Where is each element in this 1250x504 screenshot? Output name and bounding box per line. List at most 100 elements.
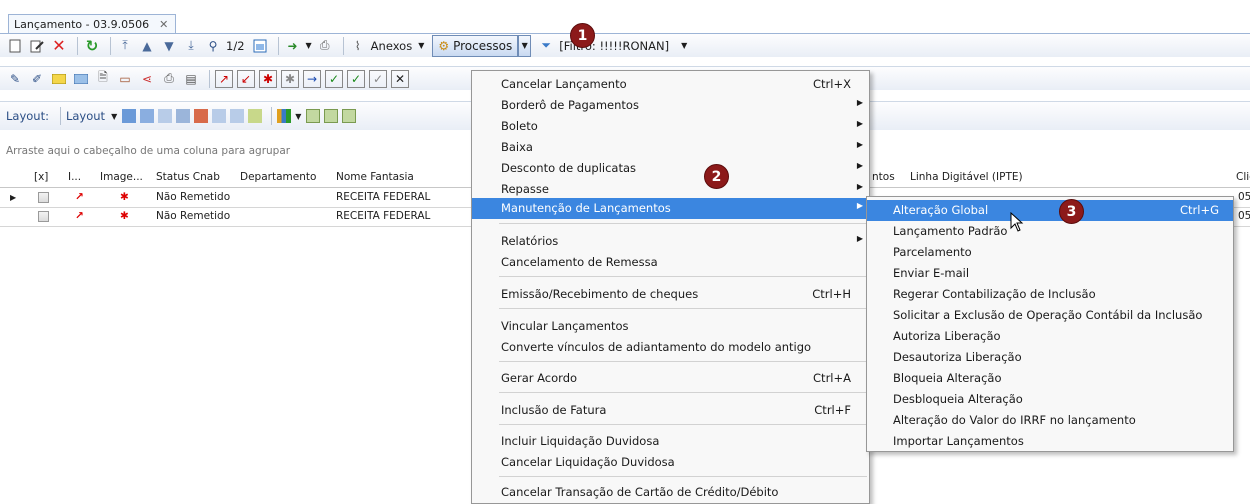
tab-close-icon[interactable]: ✕ <box>159 18 168 31</box>
menu-item-baixa[interactable]: Baixa ▶ <box>472 137 869 158</box>
pencil-icon[interactable]: ✎ <box>6 70 24 88</box>
binoculars-icon[interactable]: ⚲ <box>204 37 222 55</box>
anexos-button[interactable]: Anexos <box>371 39 413 53</box>
view-icon[interactable] <box>306 109 321 123</box>
chart-icon[interactable] <box>277 109 292 123</box>
menu-item-desconto[interactable]: Desconto de duplicatas ▶ <box>472 158 869 179</box>
first-record-icon[interactable]: ⤒ <box>116 37 134 55</box>
card-blue-icon[interactable] <box>72 70 90 88</box>
menu-item-boleto[interactable]: Boleto ▶ <box>472 116 869 137</box>
submenu-item-alteracao-global[interactable]: Alteração Global Ctrl+G <box>867 200 1233 221</box>
red-arrow-icon: ↗ <box>75 210 84 222</box>
column-header-nome-fantasia[interactable]: Nome Fantasia <box>332 168 472 188</box>
column-header-linha-digitavel[interactable]: Linha Digitável (IPTE) <box>906 168 1240 188</box>
report-icon[interactable]: ▤ <box>182 70 200 88</box>
menu-item-inclusao-fatura[interactable]: Inclusão de Fatura Ctrl+F <box>472 400 869 421</box>
view2-icon[interactable] <box>324 109 339 123</box>
next-record-icon[interactable]: ▼ <box>160 37 178 55</box>
export-icon[interactable] <box>176 109 191 123</box>
x-box-icon[interactable]: ✕ <box>391 69 409 88</box>
filter-icon[interactable]: ⏷ <box>537 37 555 55</box>
submenu-item-bloqueia[interactable]: Bloqueia Alteração <box>867 368 1233 389</box>
menu-item-cancelar-transacao[interactable]: Cancelar Transação de Cartão de Crédito/… <box>472 482 869 503</box>
layout-save-icon[interactable] <box>122 109 137 123</box>
submenu-item-lancamento-padrao[interactable]: Lançamento Padrão <box>867 221 1233 242</box>
row-checkbox[interactable] <box>38 192 49 203</box>
column-header-cliente[interactable]: Cliente/ <box>1236 168 1250 188</box>
tab-bar: Lançamento - 03.9.0506 ✕ <box>0 0 1250 34</box>
red-down-icon[interactable]: ↙ <box>237 69 255 88</box>
chevron-down-icon[interactable]: ▼ <box>111 112 117 121</box>
delete-icon[interactable]: ✕ <box>50 36 68 55</box>
menu-item-manutencao[interactable]: Manutenção de Lançamentos ▶ <box>472 198 869 219</box>
submenu-item-importar[interactable]: Importar Lançamentos <box>867 431 1233 452</box>
submenu-item-desbloqueia[interactable]: Desbloqueia Alteração <box>867 389 1233 410</box>
pencil-check-icon[interactable]: ✐ <box>28 70 46 88</box>
column-header-image[interactable]: Image... <box>96 168 152 188</box>
home-icon[interactable] <box>194 109 209 123</box>
menu-item-label: Vincular Lançamentos <box>501 319 629 333</box>
submenu-item-autoriza[interactable]: Autoriza Liberação <box>867 326 1233 347</box>
menu-item-repasse[interactable]: Repasse ▶ <box>472 179 869 200</box>
submenu-item-parcelamento[interactable]: Parcelamento <box>867 242 1233 263</box>
menu-item-relatorios[interactable]: Relatórios ▶ <box>472 231 869 252</box>
menu-item-converte-vinculos[interactable]: Converte vínculos de adiantamento do mod… <box>472 337 869 358</box>
new-doc-icon[interactable] <box>6 37 24 55</box>
submenu-item-enviar-email[interactable]: Enviar E-mail <box>867 263 1233 284</box>
red-up-icon[interactable]: ↗ <box>215 69 233 88</box>
tab-lancamento[interactable]: Lançamento - 03.9.0506 ✕ <box>8 14 176 34</box>
column-header-status-cnab[interactable]: Status Cnab <box>152 168 236 188</box>
document-icon[interactable]: 🗎 <box>94 70 112 88</box>
calc-icon[interactable] <box>230 109 245 123</box>
column-header-i[interactable]: I... <box>64 168 96 188</box>
check-green-icon[interactable]: ✓ <box>347 69 365 88</box>
check-icon[interactable]: ✓ <box>325 69 343 88</box>
column-header-x[interactable]: [x] <box>30 168 64 188</box>
card-icon[interactable] <box>50 70 68 88</box>
gray-asterisk-icon[interactable]: ✱ <box>281 69 299 88</box>
table-icon[interactable] <box>212 109 227 123</box>
processos-dropdown-button[interactable]: ▼ <box>518 34 532 57</box>
menu-item-gerar-acordo[interactable]: Gerar Acordo Ctrl+A <box>472 368 869 389</box>
chevron-down-icon[interactable]: ▼ <box>306 41 312 50</box>
red-asterisk-icon[interactable]: ✱ <box>259 69 277 88</box>
submenu-item-solicitar-exclusao[interactable]: Solicitar a Exclusão de Operação Contábi… <box>867 305 1233 326</box>
layout-dropdown[interactable]: Layout <box>66 109 105 123</box>
menu-item-bordero[interactable]: Borderô de Pagamentos ▶ <box>472 95 869 116</box>
menu-item-cancelar-lancamento[interactable]: Cancelar Lançamento Ctrl+X <box>472 74 869 95</box>
submenu-item-irrf[interactable]: Alteração do Valor do IRRF no lançamento <box>867 410 1233 431</box>
share-icon[interactable]: ⋖ <box>138 70 156 88</box>
refresh-icon[interactable]: ↻ <box>83 37 101 55</box>
menu-item-incluir-liquidacao[interactable]: Incluir Liquidação Duvidosa <box>472 431 869 452</box>
anexos-dropdown-icon[interactable]: ▼ <box>418 41 424 50</box>
row-checkbox[interactable] <box>38 211 49 222</box>
chevron-down-icon[interactable]: ▼ <box>295 112 301 121</box>
menu-item-label: Inclusão de Fatura <box>501 403 607 417</box>
edit-doc-icon[interactable] <box>28 37 46 55</box>
layout-load-icon[interactable] <box>140 109 155 123</box>
import-icon[interactable]: ➜ <box>284 37 302 55</box>
menu-item-vincular[interactable]: Vincular Lançamentos <box>472 316 869 337</box>
last-record-icon[interactable]: ⤓ <box>182 37 200 55</box>
menu-item-shortcut: Ctrl+X <box>813 77 851 91</box>
column-header-departamento[interactable]: Departamento <box>236 168 332 188</box>
picture-icon[interactable] <box>248 109 263 123</box>
submenu-item-regerar[interactable]: Regerar Contabilização de Inclusão <box>867 284 1233 305</box>
filter-dropdown-icon[interactable]: ▼ <box>681 41 687 50</box>
menu-item-cancelar-liquidacao[interactable]: Cancelar Liquidação Duvidosa <box>472 452 869 473</box>
column-header-ntos[interactable]: ntos <box>868 168 906 188</box>
printer-icon[interactable]: ⎙ <box>160 70 178 88</box>
arrow-right-icon[interactable]: → <box>303 69 321 88</box>
menu-item-cancelamento-remessa[interactable]: Cancelamento de Remessa <box>472 252 869 273</box>
submenu-item-desautoriza[interactable]: Desautoriza Liberação <box>867 347 1233 368</box>
box-icon[interactable]: ▭ <box>116 70 134 88</box>
previous-record-icon[interactable]: ▲ <box>138 37 156 55</box>
menu-item-cheques[interactable]: Emissão/Recebimento de cheques Ctrl+H <box>472 284 869 305</box>
mouse-cursor-icon <box>1010 211 1024 235</box>
calendar-icon[interactable] <box>251 37 269 55</box>
grid-icon[interactable] <box>158 109 173 123</box>
print-icon[interactable]: ⎙ <box>316 37 334 55</box>
processos-button[interactable]: ⚙ Processos <box>432 34 519 57</box>
check-gray-icon[interactable]: ✓ <box>369 69 387 88</box>
view3-icon[interactable] <box>342 109 357 123</box>
